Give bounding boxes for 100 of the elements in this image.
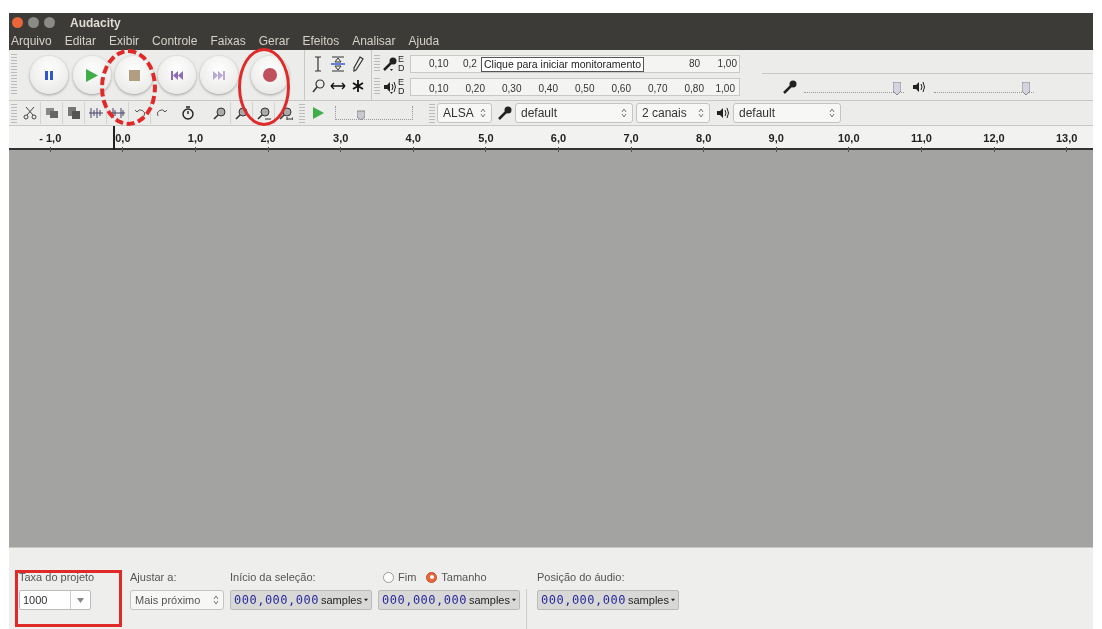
meter-bar[interactable]: 0,10 0,2 Clique para iniciar monitoramento 80 1,00 (410, 54, 740, 73)
ruler-label: 2,0 (260, 131, 276, 146)
menu-item[interactable]: Controle (151, 32, 199, 50)
meter-tick-label: 80 (689, 57, 701, 71)
stop-button[interactable] (115, 56, 153, 94)
microphone-icon (497, 105, 513, 121)
meter-tick-label: 0,10 (429, 57, 449, 71)
time-field[interactable]: 000,000,000 samples (378, 590, 520, 610)
meter-tick-label: 0,40 (538, 81, 558, 96)
slider-thumb[interactable] (357, 109, 365, 120)
dropdown-arrow-icon (511, 597, 516, 603)
ruler-label: 0,0 (115, 131, 131, 146)
time-field[interactable]: 000,000,000 samples (537, 590, 679, 610)
close-button[interactable] (12, 17, 23, 28)
copy-icon[interactable] (44, 106, 59, 120)
pause-icon (44, 69, 54, 81)
ruler-label: 12,0 (983, 131, 1005, 146)
scissors-icon[interactable] (22, 106, 37, 120)
meter-tick-label: 0,20 (465, 81, 485, 96)
pencil-icon[interactable] (351, 55, 365, 73)
menu-item[interactable]: Efeitos (301, 32, 341, 50)
ruler-label: 6,0 (550, 131, 567, 146)
ruler-label: 5,0 (478, 131, 494, 146)
menu-item[interactable]: Analisar (351, 32, 397, 50)
record-icon (262, 68, 277, 82)
channel-label: E (398, 54, 405, 64)
field-label: Taxa do projeto (19, 570, 96, 584)
menu-item[interactable]: Exibir (108, 32, 141, 50)
radio-button[interactable] (426, 571, 438, 583)
speed-slider[interactable] (335, 106, 413, 120)
slider-thumb[interactable] (893, 82, 902, 95)
input-device-dropdown[interactable]: default (515, 103, 633, 123)
spinner-arrows-icon (698, 108, 704, 118)
spinner-arrows-icon (621, 108, 627, 118)
ruler-label: 11,0 (911, 131, 932, 146)
ruler-label: 1,0 (187, 131, 204, 146)
silence-audio-icon[interactable] (110, 106, 125, 120)
play-button[interactable] (72, 56, 111, 94)
speaker-icon (716, 107, 730, 119)
ruler-label: 3,0 (333, 131, 349, 146)
ruler-label: 13,0 (1055, 131, 1078, 146)
microphone-icon[interactable] (382, 55, 398, 72)
zoom-in-icon[interactable] (212, 106, 227, 120)
microphone-icon (782, 79, 798, 95)
meter-tick-label: 0,10 (429, 81, 449, 96)
menu-item[interactable]: Editar (63, 32, 98, 50)
dropdown-arrow-icon (77, 597, 84, 603)
speaker-icon (912, 81, 926, 93)
radio-label: Fim (398, 569, 417, 585)
play-at-speed-icon[interactable] (311, 106, 325, 120)
field-label: Ajustar a: (130, 570, 178, 584)
envelope-tool-icon[interactable] (330, 55, 346, 73)
menu-item[interactable]: Faixas (209, 32, 247, 50)
meter-tick-label: 0,30 (502, 81, 522, 96)
skip-to-end-icon (213, 69, 225, 81)
project-rate-field[interactable]: 1000 (19, 590, 91, 610)
field-label: Posição do áudio: (537, 570, 626, 584)
playhead-marker (113, 126, 115, 150)
meter-tick-label: 0,60 (611, 81, 631, 96)
minimize-button[interactable] (28, 17, 39, 28)
field-label: Início da seleção: (230, 570, 317, 584)
channel-label: D (398, 86, 406, 96)
ruler-label: 9,0 (768, 131, 784, 146)
ruler-label: 10,0 (838, 131, 860, 146)
radio-button[interactable] (383, 571, 394, 583)
meter-tick-label: 0,70 (648, 81, 668, 96)
stop-icon (128, 69, 140, 81)
volume-slider[interactable] (934, 81, 1034, 93)
radio-label: Tamanho (441, 569, 487, 585)
channel-label: D (398, 63, 406, 73)
multi-tool-icon[interactable] (350, 78, 366, 94)
meter-bar[interactable]: 0,10 0,20 0,30 0,40 0,50 0,60 0,70 0,80 1,00 (410, 77, 740, 96)
maximize-button[interactable] (44, 17, 55, 28)
meter-tick-label: 1,00 (715, 81, 735, 96)
fit-selection-icon[interactable] (256, 106, 271, 120)
slider-thumb[interactable] (1022, 82, 1031, 95)
menu-item[interactable]: Arquivo (10, 32, 53, 50)
zoom-out-icon[interactable] (234, 106, 249, 120)
output-device-dropdown[interactable]: default (733, 103, 841, 123)
volume-slider[interactable] (804, 81, 904, 93)
time-field[interactable]: 000,000,000 samples (230, 590, 372, 610)
pause-button[interactable] (30, 56, 68, 94)
menu-item[interactable]: Ajuda (407, 32, 441, 50)
channels-dropdown[interactable]: 2 canais (636, 103, 710, 123)
spinner-arrows-icon (480, 108, 486, 118)
zoom-tool-icon[interactable] (311, 78, 325, 94)
skip-to-start-button[interactable] (157, 56, 196, 94)
audio-host-dropdown[interactable]: ALSA (437, 103, 492, 123)
skip-to-start-icon (170, 69, 183, 81)
ruler-label: - 1,0 (39, 131, 62, 146)
snap-dropdown[interactable]: Mais próximo (130, 590, 224, 610)
timer-icon[interactable] (181, 106, 195, 120)
record-button[interactable] (250, 56, 289, 94)
trim-audio-icon[interactable] (88, 106, 103, 120)
tooltip: Clique para iniciar monitoramento (481, 56, 644, 72)
dropdown-arrow-icon (670, 597, 675, 603)
paste-icon[interactable] (66, 106, 81, 120)
ruler-label: 7,0 (623, 131, 639, 146)
menu-item[interactable]: Gerar (257, 32, 291, 50)
fit-project-icon[interactable] (279, 106, 293, 120)
